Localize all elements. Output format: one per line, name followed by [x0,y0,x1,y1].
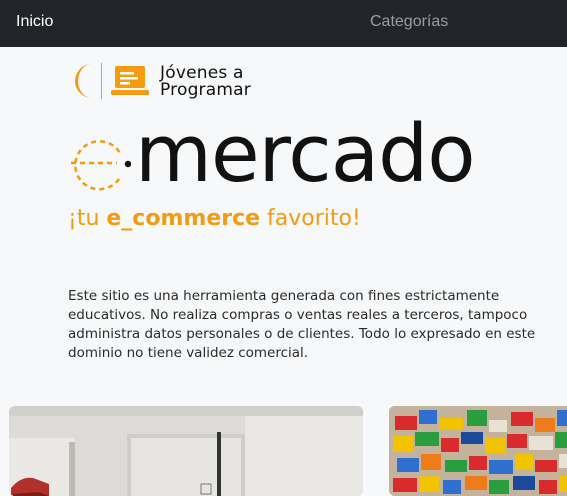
jovenes-a-programar-logo: Jóvenes a Programar [72,63,272,103]
category-card-showroom[interactable] [9,406,363,496]
top-navbar: Inicio Categorías [0,0,567,47]
category-card-lego[interactable] [389,406,567,496]
crescent-moon-icon [75,64,92,98]
tagline: ¡tu e_commerce favorito! [68,206,361,231]
nav-link-inicio[interactable]: Inicio [16,13,53,31]
site-description: Este sitio es una herramienta generada c… [68,287,536,361]
lego-bricks-image [389,406,567,496]
logo-divider [101,63,102,99]
tagline-prefix: ¡tu [68,206,107,231]
laptop-icon [111,66,149,95]
e-circle-mark [71,139,131,191]
brand-title: mercado [135,108,476,200]
logo-line-2: Programar [160,80,251,100]
logo-brand-text: Jóvenes a Programar [160,65,251,99]
showroom-image [9,406,363,496]
nav-link-categorias[interactable]: Categorías [370,13,448,31]
tagline-ecommerce: e_commerce [106,206,261,231]
tagline-suffix: favorito! [260,206,361,231]
